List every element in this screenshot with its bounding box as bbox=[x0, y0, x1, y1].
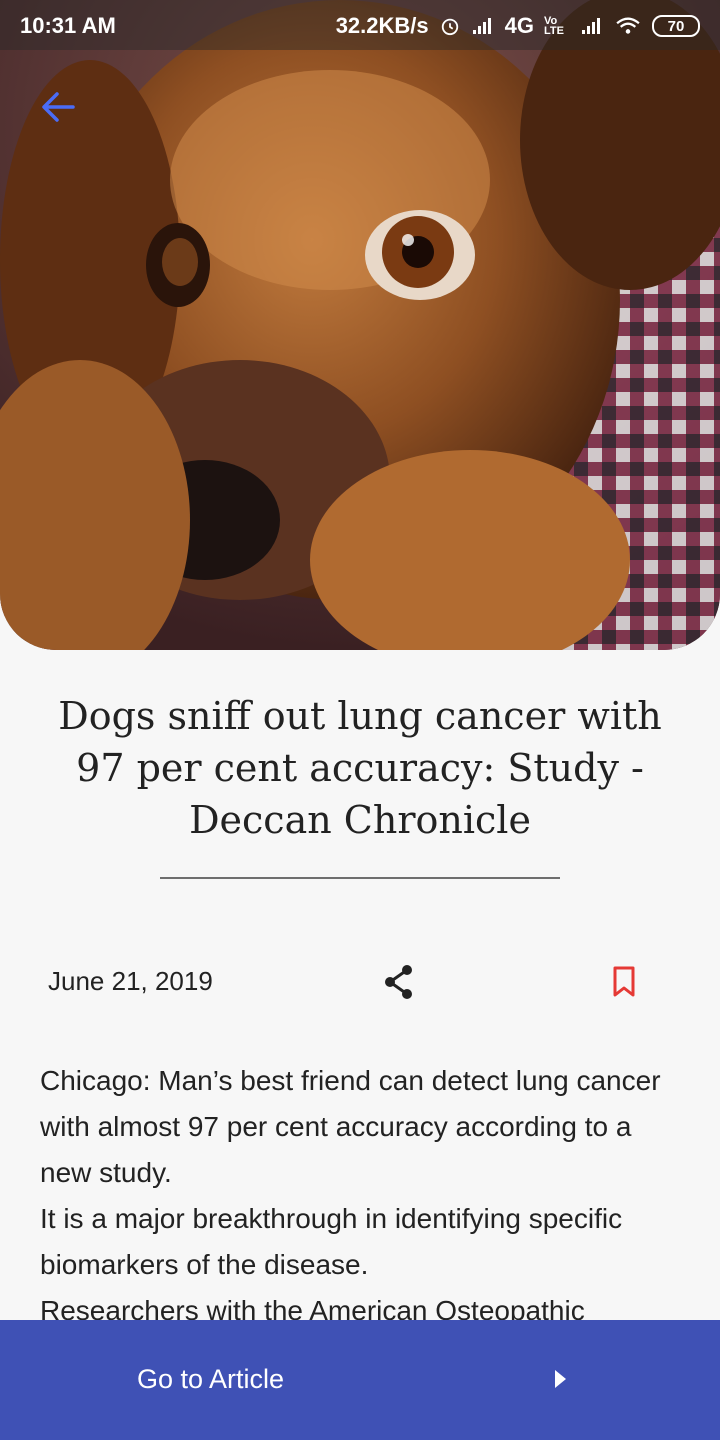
bookmark-icon bbox=[613, 966, 635, 997]
play-arrow-icon bbox=[555, 1370, 566, 1388]
bookmark-button[interactable] bbox=[604, 962, 644, 1002]
article-paragraph: It is a major breakthrough in identifyin… bbox=[40, 1203, 623, 1280]
arrow-left-icon bbox=[42, 92, 75, 122]
signal-icon bbox=[472, 18, 491, 34]
go-to-article-button[interactable]: Go to Article bbox=[0, 1320, 720, 1440]
wifi-icon bbox=[616, 17, 640, 34]
status-time: 10:31 AM bbox=[20, 13, 116, 38]
article-title: Dogs sniff out lung cancer with 97 per c… bbox=[58, 694, 662, 842]
volte-label: Vo LTE bbox=[544, 15, 564, 37]
article-body: Chicago: Man’s best friend can detect lu… bbox=[40, 1058, 690, 1320]
article-paragraph: Chicago: Man’s best friend can detect lu… bbox=[40, 1065, 661, 1188]
network-speed: 32.2KB/s bbox=[335, 13, 429, 38]
go-to-article-label: Go to Article bbox=[137, 1364, 285, 1394]
share-icon bbox=[385, 965, 412, 999]
dog-photo bbox=[0, 0, 720, 650]
hero-image bbox=[0, 0, 720, 650]
battery-icon: 70 bbox=[652, 15, 700, 37]
article-date: June 21, 2019 bbox=[48, 966, 213, 996]
title-divider bbox=[160, 877, 560, 879]
alarm-icon bbox=[441, 18, 458, 36]
status-bar: 10:31 AM 32.2KB/s 4G Vo LTE 70 bbox=[0, 0, 720, 50]
article-paragraph: Researchers with the American Osteopathi… bbox=[40, 1295, 585, 1320]
back-button[interactable] bbox=[30, 80, 84, 134]
share-button[interactable] bbox=[380, 962, 420, 1002]
network-type: 4G bbox=[504, 13, 534, 38]
signal-icon bbox=[582, 18, 600, 34]
